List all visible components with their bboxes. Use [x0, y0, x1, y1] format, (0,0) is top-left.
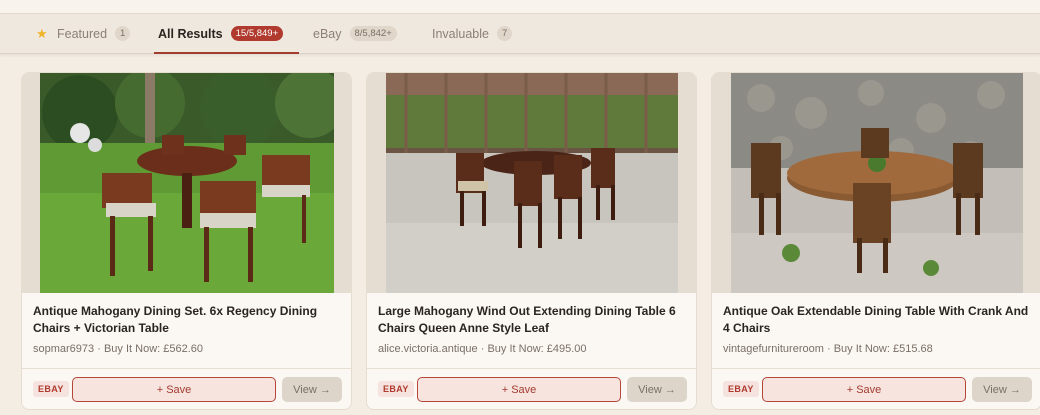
listing-title[interactable]: Antique Mahogany Dining Set. 6x Regency …	[33, 303, 343, 337]
listing-photo[interactable]	[712, 73, 1040, 293]
search-bar-strip	[0, 0, 1040, 14]
source-tabs: ★ Featured 1 All Results 15/5,849+ eBay …	[0, 14, 1040, 54]
tab-count: 15/5,849+	[230, 26, 284, 41]
seller-name: sopmar6973	[33, 343, 95, 355]
tab-label: Featured	[57, 26, 108, 41]
source-badge: EBAY	[378, 381, 414, 397]
meta-separator: ·	[97, 343, 101, 355]
listing-price: Buy It Now: £515.68	[833, 343, 933, 355]
divider	[367, 368, 696, 369]
result-card[interactable]: Antique Mahogany Dining Set. 6x Regency …	[21, 72, 352, 410]
source-badge: EBAY	[33, 381, 69, 397]
save-button[interactable]: + Save	[72, 377, 276, 402]
listing-meta: sopmar6973 · Buy It Now: £562.60	[33, 343, 203, 355]
tab-ebay[interactable]: eBay 8/5,842+	[309, 14, 401, 53]
meta-separator: ·	[826, 343, 831, 355]
view-button[interactable]: View →	[972, 377, 1032, 402]
tab-all-results[interactable]: All Results 15/5,849+	[154, 14, 300, 54]
tab-featured[interactable]: ★ Featured 1	[32, 14, 134, 53]
divider	[712, 368, 1040, 369]
listing-meta: alice.victoria.antique · Buy It Now: £49…	[378, 343, 587, 355]
seller-name: alice.victoria.antique	[378, 343, 478, 355]
result-card[interactable]: Antique Oak Extendable Dining Table With…	[711, 72, 1040, 410]
tab-label: eBay	[313, 26, 342, 41]
source-badge: EBAY	[723, 381, 759, 397]
tab-count: 8/5,842+	[349, 26, 397, 41]
listing-meta: vintagefurnitureroom · Buy It Now: £515.…	[723, 343, 933, 355]
listing-price: Buy It Now: £495.00	[487, 343, 587, 355]
dining-set-photo	[731, 73, 1023, 293]
listing-title[interactable]: Large Mahogany Wind Out Extending Dining…	[378, 303, 688, 337]
tab-invaluable[interactable]: Invaluable 7	[428, 14, 516, 53]
view-button[interactable]: View →	[627, 377, 687, 402]
result-card[interactable]: Large Mahogany Wind Out Extending Dining…	[366, 72, 697, 410]
tab-count: 7	[497, 26, 513, 41]
dining-set-photo	[40, 73, 334, 293]
seller-name: vintagefurnitureroom	[723, 343, 824, 355]
listing-photo[interactable]	[367, 73, 696, 293]
tab-count: 1	[115, 26, 131, 41]
star-icon: ★	[36, 26, 48, 41]
save-button[interactable]: + Save	[762, 377, 966, 402]
meta-separator: ·	[480, 343, 485, 355]
divider	[22, 368, 351, 369]
listing-price: Buy It Now: £562.60	[103, 343, 204, 355]
dining-set-photo	[386, 73, 678, 293]
view-button[interactable]: View →	[282, 377, 342, 402]
save-button[interactable]: + Save	[417, 377, 621, 402]
listing-title[interactable]: Antique Oak Extendable Dining Table With…	[723, 303, 1033, 337]
tab-label: All Results	[158, 26, 223, 41]
listing-photo[interactable]	[22, 73, 351, 293]
tab-label: Invaluable	[432, 26, 489, 41]
